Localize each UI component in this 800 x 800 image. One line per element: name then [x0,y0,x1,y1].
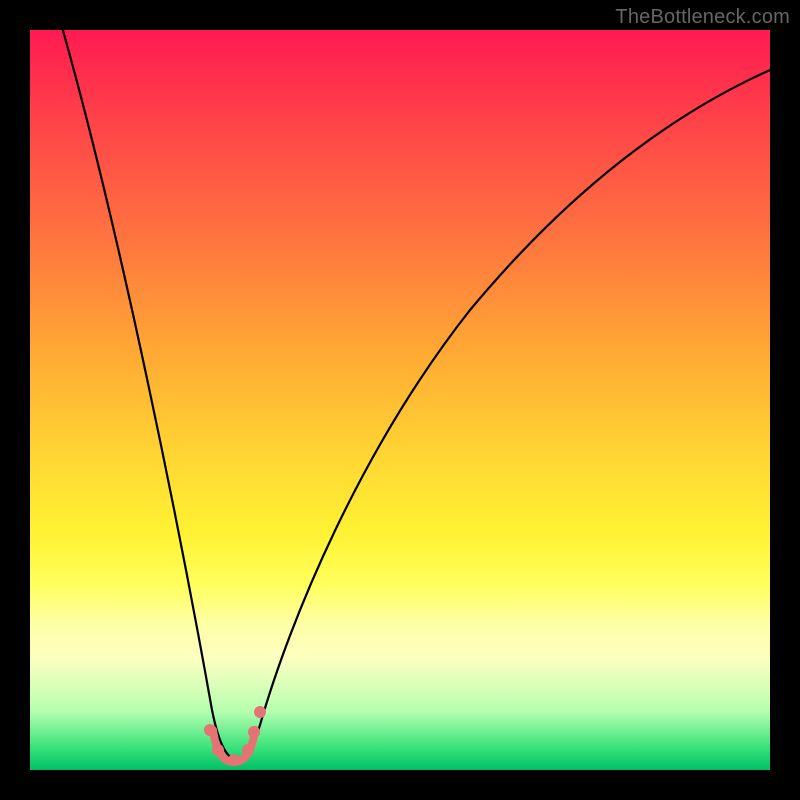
trough-dot [242,744,254,756]
chart-plot-area [30,30,770,770]
trough-dot [254,706,266,718]
bottleneck-curve [30,30,770,770]
curve-path [60,30,770,760]
trough-dot [248,726,260,738]
trough-dot [204,724,216,736]
trough-dot [212,744,224,756]
watermark-text: TheBottleneck.com [615,6,790,29]
trough-dot [228,754,240,766]
